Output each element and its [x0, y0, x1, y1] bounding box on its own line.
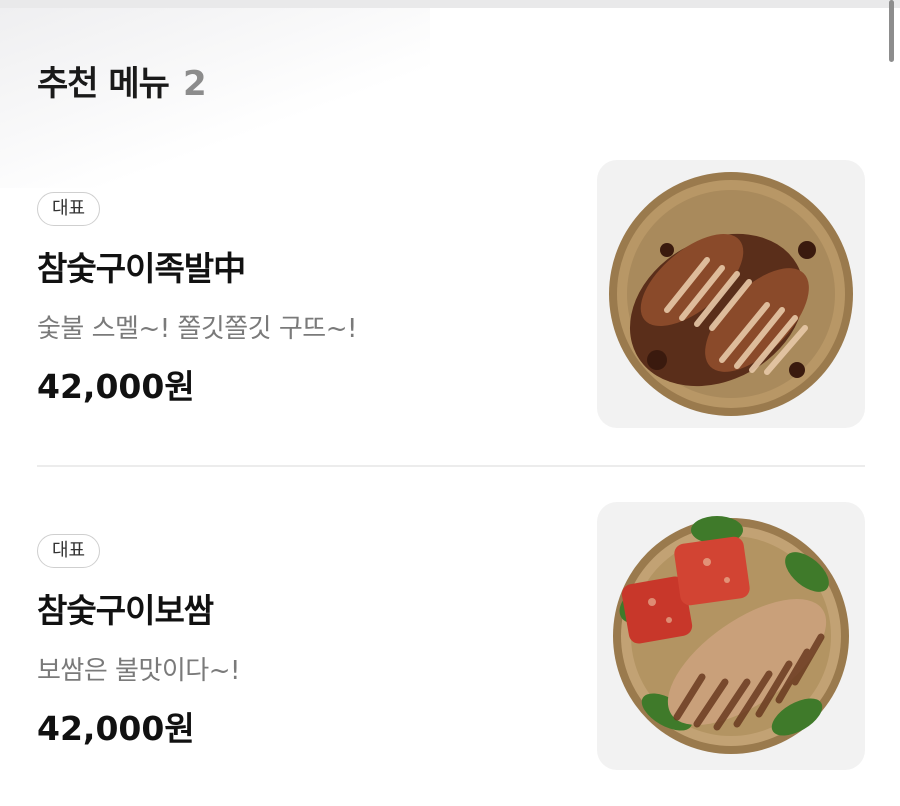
status-strip — [0, 0, 900, 8]
menu-item-jokbal[interactable]: 대표 참숯구이족발中 숯불 스멜~! 쫄깃쫄깃 구뜨~! 42,000원 — [37, 160, 865, 430]
bossam-plate-icon — [613, 516, 849, 754]
signature-badge: 대표 — [37, 192, 101, 226]
menu-item-image[interactable] — [597, 160, 865, 428]
menu-item-name: 참숯구이보쌈 — [37, 591, 214, 630]
menu-item-name: 참숯구이족발中 — [37, 249, 246, 288]
section-title: 추천 메뉴 — [37, 64, 170, 104]
section-header: 추천 메뉴 2 — [37, 56, 207, 105]
menu-item-description: 보쌈은 불맛이다~! — [37, 656, 240, 686]
jokbal-plate-icon — [609, 172, 853, 416]
menu-item-price: 42,000원 — [37, 709, 195, 748]
menu-item-price: 42,000원 — [37, 367, 195, 406]
menu-item-image[interactable] — [597, 502, 865, 770]
menu-item-description: 숯불 스멜~! 쫄깃쫄깃 구뜨~! — [37, 314, 357, 344]
menu-item-bossam[interactable]: 대표 참숯구이보쌈 보쌈은 불맛이다~! 42,000원 — [37, 502, 865, 772]
item-divider — [37, 465, 865, 467]
section-count: 2 — [182, 64, 207, 104]
signature-badge: 대표 — [37, 534, 101, 568]
scrollbar[interactable] — [889, 0, 894, 62]
